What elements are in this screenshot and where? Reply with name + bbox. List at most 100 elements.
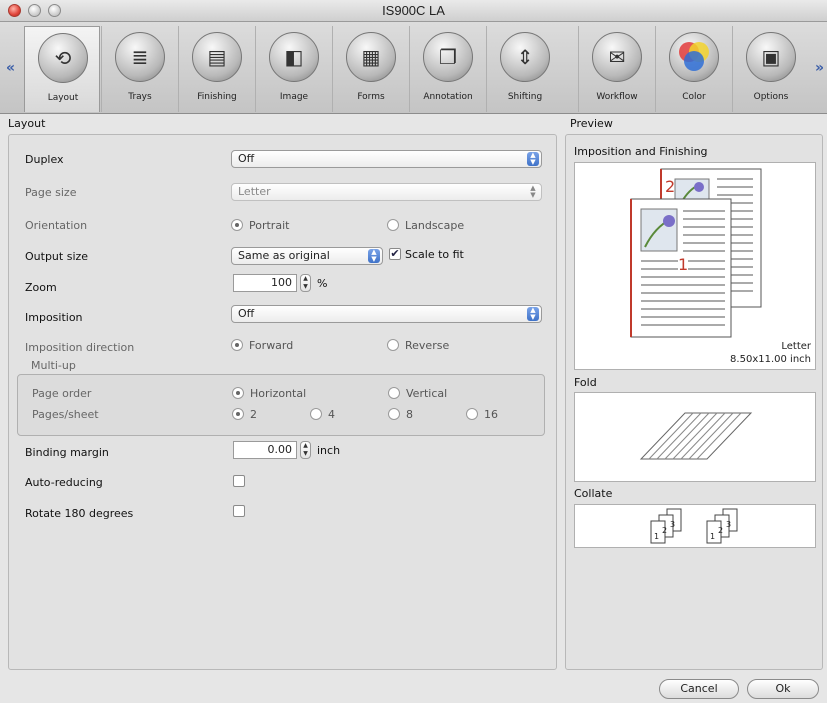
imposition-preview-title: Imposition and Finishing (574, 145, 708, 158)
page-size-select: Letter ▲ ▼ (231, 183, 542, 201)
tab-label: Color (682, 92, 706, 102)
horizontal-label: Horizontal (250, 387, 307, 400)
duplex-value: Off (238, 152, 255, 165)
forward-label: Forward (249, 339, 294, 352)
tab-label: Finishing (197, 92, 237, 102)
collate-preview-title: Collate (574, 487, 613, 500)
select-arrows-icon: ▲ ▼ (530, 184, 536, 199)
collate-set2-page3: 3 (726, 520, 732, 529)
pages-4-label: 4 (328, 408, 335, 421)
toolbar: « ⟲ Layout ≣ Trays ▤ Finishing ◧ Image ▦… (0, 22, 827, 114)
tab-shifting[interactable]: ⇕ Shifting (486, 26, 562, 112)
fold-graphic (639, 412, 753, 460)
output-size-select[interactable]: Same as original ▲ ▼ (231, 247, 383, 265)
options-icon: ▣ (746, 32, 796, 82)
imposition-value: Off (238, 307, 255, 320)
title-bar: IS900C LA (0, 0, 827, 22)
zoom-input[interactable]: 100 (233, 274, 297, 292)
pages-16-radio (466, 408, 478, 420)
collate-set2-page1: 1 (710, 532, 716, 541)
tab-annotation[interactable]: ❐ Annotation (409, 26, 485, 112)
forward-radio (231, 339, 243, 351)
imposition-select[interactable]: Off ▲ ▼ (231, 305, 542, 323)
cancel-button[interactable]: Cancel (659, 679, 739, 699)
preview-section-title: Preview (570, 117, 613, 130)
portrait-label: Portrait (249, 219, 290, 232)
horizontal-radio (232, 387, 244, 399)
tab-finishing[interactable]: ▤ Finishing (178, 26, 254, 112)
fold-preview-title: Fold (574, 376, 597, 389)
tab-label: Workflow (596, 92, 638, 102)
pages-sheet-label: Pages/sheet (32, 408, 99, 421)
color-icon (669, 32, 719, 82)
imposition-preview: 2 1 Letter 8.50x11.00 inch (574, 162, 816, 370)
zoom-label: Zoom (25, 281, 57, 294)
zoom-unit: % (317, 277, 328, 290)
ok-button[interactable]: Ok (747, 679, 819, 699)
binding-margin-label: Binding margin (25, 446, 109, 459)
collate-preview: 1 2 3 1 2 3 (574, 504, 816, 548)
rotate-180-checkbox[interactable] (233, 505, 245, 517)
tab-label: Forms (357, 92, 385, 102)
tab-forms[interactable]: ▦ Forms (332, 26, 408, 112)
orientation-label: Orientation (25, 219, 88, 232)
layout-panel: Duplex Off ▲ ▼ Page size Letter ▲ ▼ Orient… (8, 134, 557, 670)
finishing-icon: ▤ (192, 32, 242, 82)
tab-label: Trays (128, 92, 152, 102)
select-arrows-icon: ▲ ▼ (527, 152, 539, 166)
trays-icon: ≣ (115, 32, 165, 82)
rotate-180-label: Rotate 180 degrees (25, 507, 134, 520)
print-dialog-window: IS900C LA « ⟲ Layout ≣ Trays ▤ Finishing… (0, 0, 827, 703)
page-number-back: 2 (665, 177, 676, 196)
tab-trays[interactable]: ≣ Trays (101, 26, 177, 112)
tab-image[interactable]: ◧ Image (255, 26, 331, 112)
pages-4-radio (310, 408, 322, 420)
collate-set2-page2: 2 (718, 526, 724, 535)
tab-label: Annotation (423, 92, 473, 102)
tab-color[interactable]: Color (655, 26, 731, 112)
select-arrows-icon: ▲ ▼ (368, 249, 380, 263)
vertical-radio (388, 387, 400, 399)
tab-label: Layout (47, 93, 79, 103)
pages-2-radio (232, 408, 244, 420)
output-size-label: Output size (25, 250, 89, 263)
duplex-select[interactable]: Off ▲ ▼ (231, 150, 542, 168)
collate-set1-page3: 3 (670, 520, 676, 529)
auto-reducing-checkbox[interactable] (233, 475, 245, 487)
page-order-label: Page order (32, 387, 92, 400)
page-size-value: Letter (238, 185, 271, 198)
landscape-radio (387, 219, 399, 231)
imposition-direction-label: Imposition direction (25, 341, 135, 354)
shifting-icon: ⇕ (500, 32, 550, 82)
landscape-label: Landscape (405, 219, 465, 232)
scroll-left-icon[interactable]: « (6, 60, 15, 76)
zoom-stepper[interactable]: ▲ ▼ (300, 274, 311, 292)
layout-icon: ⟲ (38, 33, 88, 83)
reverse-radio (387, 339, 399, 351)
pages-8-radio (388, 408, 400, 420)
collate-set1-page1: 1 (654, 532, 660, 541)
page-number-front: 1 (678, 255, 689, 274)
pages-16-label: 16 (484, 408, 498, 421)
tab-workflow[interactable]: ✉ Workflow (578, 26, 654, 112)
pages-preview-graphic (630, 168, 762, 338)
preview-panel: Imposition and Finishing 2 1 Letter 8.50… (565, 134, 823, 670)
tab-options[interactable]: ▣ Options (732, 26, 808, 112)
forms-icon: ▦ (346, 32, 396, 82)
collate-set1-page2: 2 (662, 526, 668, 535)
duplex-label: Duplex (25, 153, 64, 166)
multiup-title: Multi-up (31, 359, 76, 372)
tab-label: Image (279, 92, 309, 102)
binding-margin-input[interactable]: 0.00 (233, 441, 297, 459)
scale-to-fit-checkbox[interactable]: ✔ (389, 248, 401, 260)
pages-2-label: 2 (250, 408, 257, 421)
paper-name: Letter (781, 341, 811, 352)
layout-section-title: Layout (8, 117, 46, 130)
workflow-icon: ✉ (592, 32, 642, 82)
tab-layout[interactable]: ⟲ Layout (24, 26, 100, 112)
binding-margin-stepper[interactable]: ▲ ▼ (300, 441, 311, 459)
scroll-right-icon[interactable]: » (815, 60, 824, 76)
collate-graphic (650, 508, 738, 544)
binding-margin-unit: inch (317, 444, 341, 457)
scale-to-fit-label: Scale to fit (405, 248, 464, 261)
